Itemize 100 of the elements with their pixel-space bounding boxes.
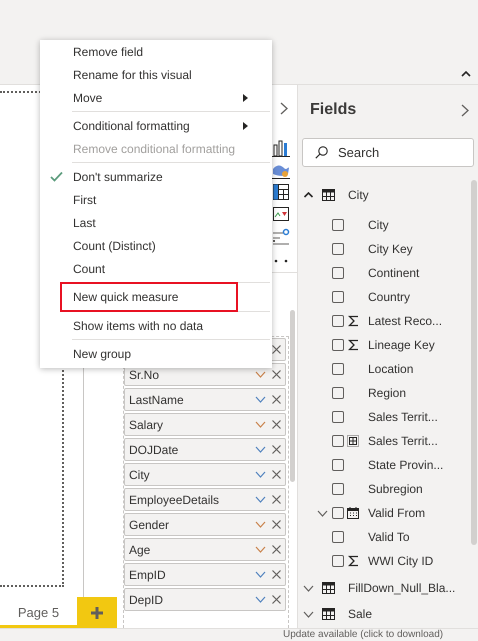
field-well-item[interactable]: Salary — [124, 413, 286, 436]
field-well-item[interactable]: DOJDate — [124, 438, 286, 461]
field-well-item[interactable]: Age — [124, 538, 286, 561]
collapse-ribbon-icon[interactable] — [461, 71, 471, 77]
chevron-down-icon[interactable] — [255, 446, 266, 453]
scrollbar[interactable] — [471, 180, 477, 545]
remove-icon[interactable] — [272, 520, 281, 529]
update-link[interactable]: Update available (click to download) — [283, 629, 444, 641]
checkbox[interactable] — [332, 267, 344, 279]
sigma-icon — [348, 339, 358, 351]
checkbox[interactable] — [332, 243, 344, 255]
field-name[interactable]: Sales Territ... — [368, 434, 438, 448]
remove-icon[interactable] — [272, 470, 281, 479]
field-well-item[interactable]: DepID — [124, 588, 286, 611]
remove-icon[interactable] — [272, 595, 281, 604]
menu-item[interactable]: Don't summarize — [40, 165, 272, 188]
chevron-down-icon[interactable] — [255, 521, 266, 528]
field-name[interactable]: City — [368, 218, 389, 232]
field-name[interactable]: Continent — [368, 266, 420, 280]
remove-icon[interactable] — [272, 545, 281, 554]
hierarchy-grid-icon — [347, 435, 359, 447]
checkbox[interactable] — [332, 339, 344, 351]
bar-chart-icon[interactable] — [272, 139, 290, 157]
chevron-down-icon[interactable] — [255, 396, 266, 403]
remove-icon[interactable] — [272, 445, 281, 454]
checkbox[interactable] — [332, 507, 344, 519]
page-tab[interactable]: Page 5 — [0, 597, 77, 628]
field-well-item[interactable]: EmployeeDetails — [124, 488, 286, 511]
remove-icon[interactable] — [272, 370, 281, 379]
remove-icon[interactable] — [272, 420, 281, 429]
field-name[interactable]: Valid From — [368, 506, 426, 520]
expand-icon[interactable] — [303, 584, 314, 592]
field-well-item[interactable]: City — [124, 463, 286, 486]
sigma-icon — [348, 315, 358, 327]
checkbox[interactable] — [332, 315, 344, 327]
menu-item[interactable]: Rename for this visual — [40, 63, 272, 86]
checkbox[interactable] — [332, 531, 344, 543]
field-name[interactable]: Country — [368, 290, 410, 304]
table-item[interactable]: City — [298, 182, 471, 208]
checkbox[interactable] — [332, 459, 344, 471]
chevron-down-icon[interactable] — [255, 496, 266, 503]
checkbox[interactable] — [332, 363, 344, 375]
table-item[interactable]: Sale — [298, 601, 471, 627]
slicer-icon[interactable] — [272, 227, 290, 245]
chevron-down-icon[interactable] — [255, 471, 266, 478]
kpi-icon[interactable] — [272, 205, 290, 223]
checkbox[interactable] — [332, 483, 344, 495]
menu-item[interactable]: Last — [40, 211, 272, 234]
field-name[interactable]: Location — [368, 362, 414, 376]
field-name[interactable]: WWI City ID — [368, 554, 434, 568]
chevron-right-icon[interactable] — [280, 102, 288, 114]
menu-item[interactable]: Count (Distinct) — [40, 234, 272, 257]
field-name[interactable]: Sales Territ... — [368, 410, 438, 424]
chevron-down-icon[interactable] — [255, 421, 266, 428]
field-well-item[interactable]: Gender — [124, 513, 286, 536]
checkbox[interactable] — [332, 387, 344, 399]
field-name[interactable]: Latest Reco... — [368, 314, 442, 328]
collapse-icon[interactable] — [303, 192, 314, 198]
add-page-button[interactable] — [77, 597, 117, 628]
table-item[interactable]: FillDown_Null_Bla... — [298, 575, 471, 601]
menu-item[interactable]: Remove field — [40, 40, 272, 63]
scrollbar[interactable] — [290, 310, 295, 482]
checkbox[interactable] — [332, 555, 344, 567]
field-name: DepID — [129, 592, 164, 606]
field-well-item[interactable]: LastName — [124, 388, 286, 411]
remove-icon[interactable] — [272, 395, 281, 404]
menu-item[interactable]: Move — [40, 86, 272, 109]
menu-item[interactable]: Show items with no data — [40, 314, 272, 337]
field-name[interactable]: City Key — [368, 242, 413, 256]
more-icon[interactable] — [274, 259, 288, 263]
checkbox[interactable] — [332, 435, 344, 447]
remove-icon[interactable] — [272, 570, 281, 579]
checkbox[interactable] — [332, 219, 344, 231]
checkbox[interactable] — [332, 411, 344, 423]
menu-item[interactable]: Count — [40, 257, 272, 280]
remove-icon[interactable] — [272, 495, 281, 504]
chevron-right-icon[interactable] — [461, 104, 469, 116]
table-icon — [322, 582, 335, 594]
chevron-down-icon[interactable] — [255, 596, 266, 603]
table-icon — [322, 608, 335, 620]
field-name[interactable]: State Provin... — [368, 458, 444, 472]
checkbox[interactable] — [332, 291, 344, 303]
menu-item[interactable]: New group — [40, 342, 272, 365]
matrix-icon[interactable] — [272, 183, 290, 201]
chevron-down-icon[interactable] — [255, 571, 266, 578]
menu-item[interactable]: First — [40, 188, 272, 211]
expand-icon[interactable] — [303, 610, 314, 618]
chevron-down-icon[interactable] — [255, 546, 266, 553]
search-field[interactable]: Search — [302, 138, 474, 167]
expand-icon[interactable] — [317, 510, 328, 516]
field-name[interactable]: Subregion — [368, 482, 423, 496]
field-well-item[interactable]: EmpID — [124, 563, 286, 586]
field-name[interactable]: Valid To — [368, 530, 410, 544]
field-name[interactable]: Region — [368, 386, 406, 400]
remove-icon[interactable] — [272, 345, 281, 354]
field-name: Salary — [129, 418, 164, 432]
chevron-down-icon[interactable] — [255, 371, 266, 378]
field-name[interactable]: Lineage Key — [368, 338, 435, 352]
menu-item[interactable]: Conditional formatting — [40, 114, 272, 137]
menu-item[interactable]: New quick measure — [60, 282, 238, 312]
